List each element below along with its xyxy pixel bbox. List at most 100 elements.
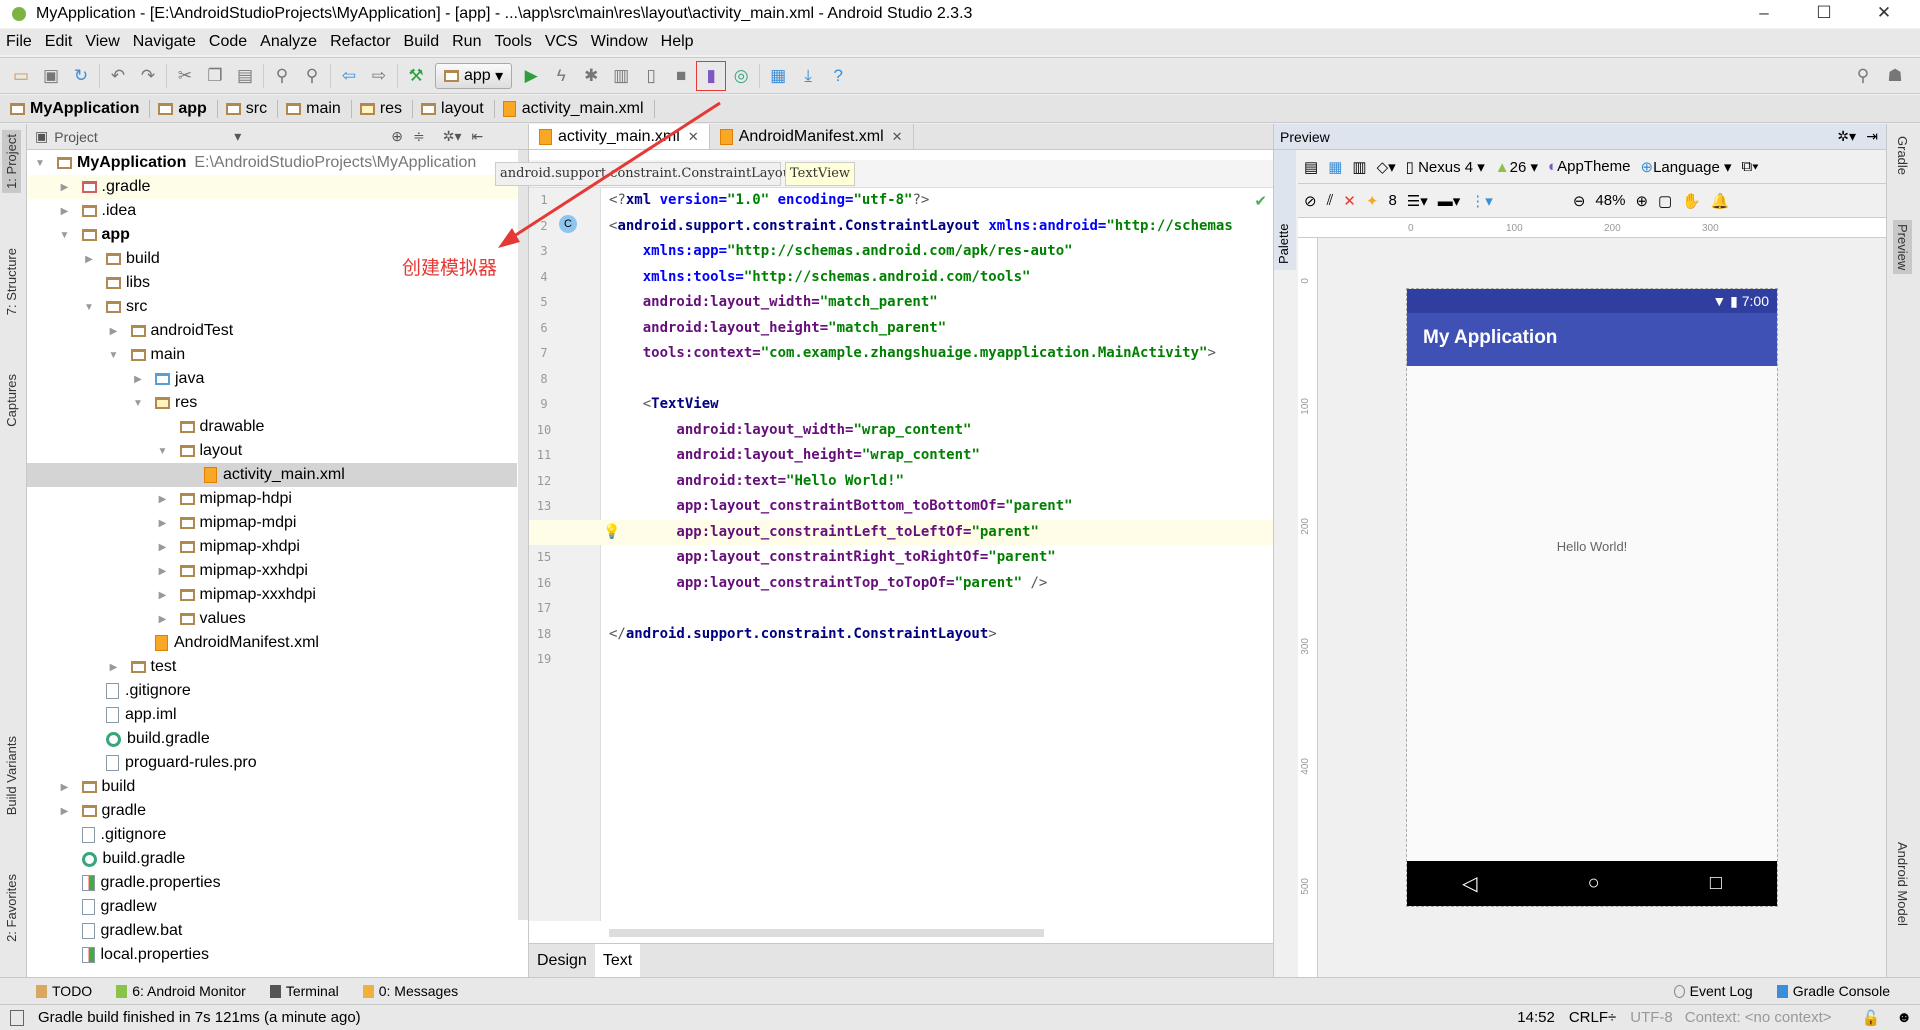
tool-tab-android-model[interactable]: Android Model [1893,838,1912,930]
menu-build[interactable]: Build [404,33,440,51]
tree-item[interactable]: gradlew.bat [27,919,517,943]
chevron-right-icon[interactable]: ▶ [156,566,170,577]
zoom-out-icon[interactable]: ⊖ [1573,192,1586,210]
tab-text[interactable]: Text [594,944,641,977]
project-structure-icon[interactable]: ▦ [763,61,793,91]
pan-icon[interactable]: ✋ [1682,192,1701,210]
chevron-right-icon[interactable]: ▶ [156,542,170,553]
apply-changes-icon[interactable]: ϟ [546,61,576,91]
chevron-right-icon[interactable]: ▶ [156,518,170,529]
chevron-right-icon[interactable]: ▶ [156,590,170,601]
cut-icon[interactable]: ✂ [170,61,200,91]
tool-tab-project[interactable]: 1: Project [2,130,21,193]
xml-crumb-constraintlayout[interactable]: android.support.constraint.ConstraintLay… [495,162,796,186]
menu-code[interactable]: Code [209,33,247,51]
open-icon[interactable]: ▭ [6,61,36,91]
tree-item[interactable]: activity_main.xml [27,463,517,487]
breadcrumb-item[interactable]: res [359,99,414,118]
menu-help[interactable]: Help [661,33,694,51]
tree-item[interactable]: .gitignore [27,679,517,703]
tool-tab-build-variants[interactable]: Build Variants [2,732,21,819]
tree-item[interactable]: ▶ gradle [27,799,517,823]
layout-variants-icon[interactable]: ⧉▾ [1742,158,1759,175]
design-view-icon[interactable]: ▤ [1304,158,1318,176]
horizontal-scrollbar[interactable] [609,929,1044,937]
tree-item[interactable]: ▶ mipmap-hdpi [27,487,517,511]
tool-tab-gradle[interactable]: Gradle [1893,132,1912,179]
default-margin[interactable]: 8 [1388,192,1396,209]
chevron-right-icon[interactable]: ▶ [58,806,72,817]
tree-item[interactable]: ▼ app [27,223,517,247]
show-constraints-icon[interactable]: ⊘ [1304,192,1317,210]
tool-tab-favorites[interactable]: 2: Favorites [2,870,21,946]
gear-icon[interactable]: ✲▾ [443,128,462,145]
notifications-icon[interactable]: 🔔 [1711,192,1730,210]
chevron-right-icon[interactable]: ▶ [58,782,72,793]
chevron-right-icon[interactable]: ▶ [156,494,170,505]
hide-panel-icon[interactable]: ⇤ [472,128,484,145]
code-line[interactable]: xmlns:tools="http://schemas.android.com/… [609,265,1031,290]
maximize-button[interactable]: ☐ [1796,0,1852,28]
tree-item[interactable]: ▶ mipmap-xxhdpi [27,559,517,583]
tree-item[interactable]: build.gradle [27,727,517,751]
chevron-right-icon[interactable]: ▶ [156,614,170,625]
chevron-right-icon[interactable]: ▶ [131,374,145,385]
intention-bulb-icon[interactable]: 💡 [603,523,620,540]
redo-icon[interactable]: ↷ [133,61,163,91]
tree-item[interactable]: ▶ .idea [27,199,517,223]
menu-vcs[interactable]: VCS [545,33,578,51]
tool-terminal[interactable]: Terminal [269,983,339,999]
chevron-down-icon[interactable]: ▼ [107,350,121,361]
tool-event-log[interactable]: Event Log [1673,983,1753,999]
xml-crumb-textview[interactable]: TextView [785,162,856,186]
menu-navigate[interactable]: Navigate [133,33,196,51]
caret-position[interactable]: 14:52 [1517,1009,1555,1026]
tree-item[interactable]: ▶ mipmap-mdpi [27,511,517,535]
tool-tab-preview[interactable]: Preview [1893,220,1912,275]
breadcrumb-item[interactable]: MyApplication [10,99,151,118]
tool-messages[interactable]: 0: Messages [362,983,458,999]
copy-icon[interactable]: ❐ [200,61,230,91]
undo-icon[interactable]: ↶ [103,61,133,91]
inspector-icon[interactable]: ☻ [1896,1009,1912,1026]
scrollbar[interactable] [518,150,528,920]
tree-item[interactable]: ▶ java [27,367,517,391]
device-select[interactable]: ▯ Nexus 4 ▾ [1406,158,1485,176]
tree-item[interactable]: ▶ .gradle [27,175,517,199]
lock-icon[interactable]: 🔓 [1862,1009,1881,1027]
sdk-manager-icon[interactable]: ⤓ [793,61,823,91]
orientation-icon[interactable]: ◇▾ [1377,158,1396,176]
tab-design[interactable]: Design [529,944,595,977]
back-icon[interactable]: ⇦ [334,61,364,91]
code-line[interactable]: <TextView [609,392,719,417]
code-line[interactable]: android:layout_width="wrap_content" [609,418,971,443]
tree-item[interactable]: drawable [27,415,517,439]
chevron-right-icon[interactable]: ▶ [58,206,72,217]
chevron-down-icon[interactable]: ▾ [234,128,241,145]
menu-edit[interactable]: Edit [45,33,73,51]
tree-item[interactable]: ▶ build [27,775,517,799]
tab-androidmanifest-xml[interactable]: AndroidManifest.xml ✕ [710,124,914,149]
paste-icon[interactable]: ▤ [230,61,260,91]
tool-android-monitor[interactable]: 6: Android Monitor [116,983,246,999]
code-line[interactable]: <?xml version="1.0" encoding="utf-8"?> [609,188,929,213]
theme-select[interactable]: ◐AppTheme [1548,158,1630,175]
autoconnect-icon[interactable]: ⫽ [1327,192,1334,209]
tree-item[interactable]: ▼ MyApplication E:\AndroidStudioProjects\M… [27,151,517,175]
run-icon[interactable]: ▶ [516,61,546,91]
collapse-all-icon[interactable]: ≑ [413,128,425,145]
breadcrumb-item[interactable]: app [158,99,218,118]
tree-item[interactable]: ▶ mipmap-xxxhdpi [27,583,517,607]
zoom-in-icon[interactable]: ⊕ [1635,192,1648,210]
class-gutter-icon[interactable]: C [559,215,577,233]
code-line[interactable]: <android.support.constraint.ConstraintLa… [609,214,1233,239]
avd-manager-icon[interactable]: ▮ [696,60,727,91]
chevron-down-icon[interactable]: ▼ [131,398,145,409]
menu-run[interactable]: Run [452,33,481,51]
locate-icon[interactable]: ⊕ [391,128,403,145]
chevron-down-icon[interactable]: ▼ [33,158,47,169]
tree-item[interactable]: ▼ res [27,391,517,415]
project-view-select[interactable]: Project [54,129,234,145]
replace-icon[interactable]: ⚲ [297,61,327,91]
code-line[interactable]: app:layout_constraintLeft_toLeftOf="pare… [609,520,1038,545]
